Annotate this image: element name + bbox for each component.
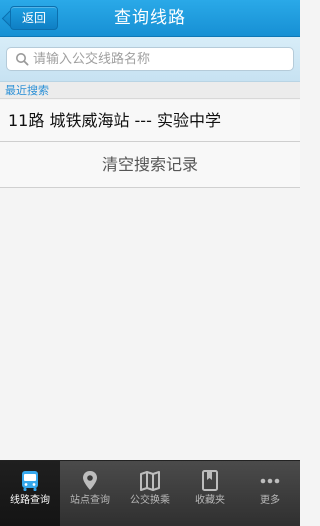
map-icon [140, 471, 160, 491]
more-dots-icon [260, 478, 280, 484]
back-button[interactable]: 返回 [10, 6, 58, 30]
nav-tab-more[interactable]: 更多 [240, 461, 300, 526]
search-bar [0, 37, 300, 82]
app-screen: 返回 查询线路 最近搜索 11路 城铁威海站 --- 实验中学 清空搜索记录 [0, 0, 300, 526]
nav-tab-line-query[interactable]: 线路查询 [0, 461, 60, 526]
search-icon [16, 53, 29, 66]
bookmark-icon [202, 470, 218, 491]
nav-tab-transfer[interactable]: 公交换乘 [120, 461, 180, 526]
clear-history-button[interactable]: 清空搜索记录 [0, 142, 300, 188]
history-item-text: 11路 城铁威海站 --- 实验中学 [8, 111, 221, 130]
nav-tab-favorites[interactable]: 收藏夹 [180, 461, 240, 526]
nav-label: 收藏夹 [195, 495, 225, 506]
history-item[interactable]: 11路 城铁威海站 --- 实验中学 [0, 100, 300, 142]
location-pin-icon [83, 471, 97, 490]
empty-content-area [0, 188, 300, 460]
search-box[interactable] [6, 47, 294, 71]
top-bar: 返回 查询线路 [0, 0, 300, 37]
bus-icon [22, 471, 38, 491]
nav-label: 站点查询 [70, 495, 110, 506]
nav-label: 更多 [260, 495, 280, 506]
nav-label: 线路查询 [10, 495, 50, 506]
nav-tab-stop-query[interactable]: 站点查询 [60, 461, 120, 526]
back-button-wrap[interactable]: 返回 [6, 0, 62, 36]
recent-search-heading: 最近搜索 [0, 82, 300, 99]
search-input[interactable] [33, 48, 289, 70]
bottom-nav: 线路查询 站点查询 公交换乘 收藏夹 更多 [0, 460, 300, 526]
nav-label: 公交换乘 [130, 495, 170, 506]
